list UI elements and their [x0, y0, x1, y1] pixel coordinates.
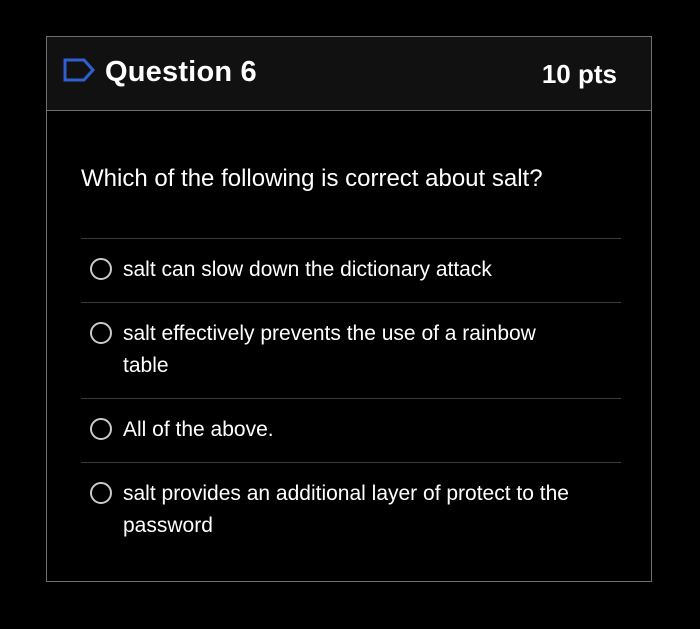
radio-button[interactable]: [90, 322, 112, 344]
answer-label: salt provides an additional layer of pro…: [123, 482, 569, 537]
question-card: Question 6 10 pts Which of the following…: [46, 36, 652, 582]
question-points: 10 pts: [541, 59, 617, 89]
question-title: Question 6: [105, 56, 257, 88]
radio-button[interactable]: [90, 482, 112, 504]
radio-button[interactable]: [90, 418, 112, 440]
question-header: Question 6 10 pts: [47, 37, 651, 111]
answer-label: salt effectively prevents the use of a r…: [123, 322, 536, 377]
answer-option[interactable]: salt can slow down the dictionary attack: [81, 238, 621, 302]
radio-button[interactable]: [90, 258, 112, 280]
answer-label: All of the above.: [123, 418, 274, 441]
answer-list: salt can slow down the dictionary attack…: [81, 238, 621, 558]
question-text: Which of the following is correct about …: [81, 165, 543, 192]
answer-option[interactable]: salt provides an additional layer of pro…: [81, 462, 621, 558]
answer-label: salt can slow down the dictionary attack: [123, 258, 492, 281]
flag-outline-icon[interactable]: [62, 57, 96, 83]
answer-option[interactable]: All of the above.: [81, 398, 621, 462]
answer-option[interactable]: salt effectively prevents the use of a r…: [81, 302, 621, 398]
